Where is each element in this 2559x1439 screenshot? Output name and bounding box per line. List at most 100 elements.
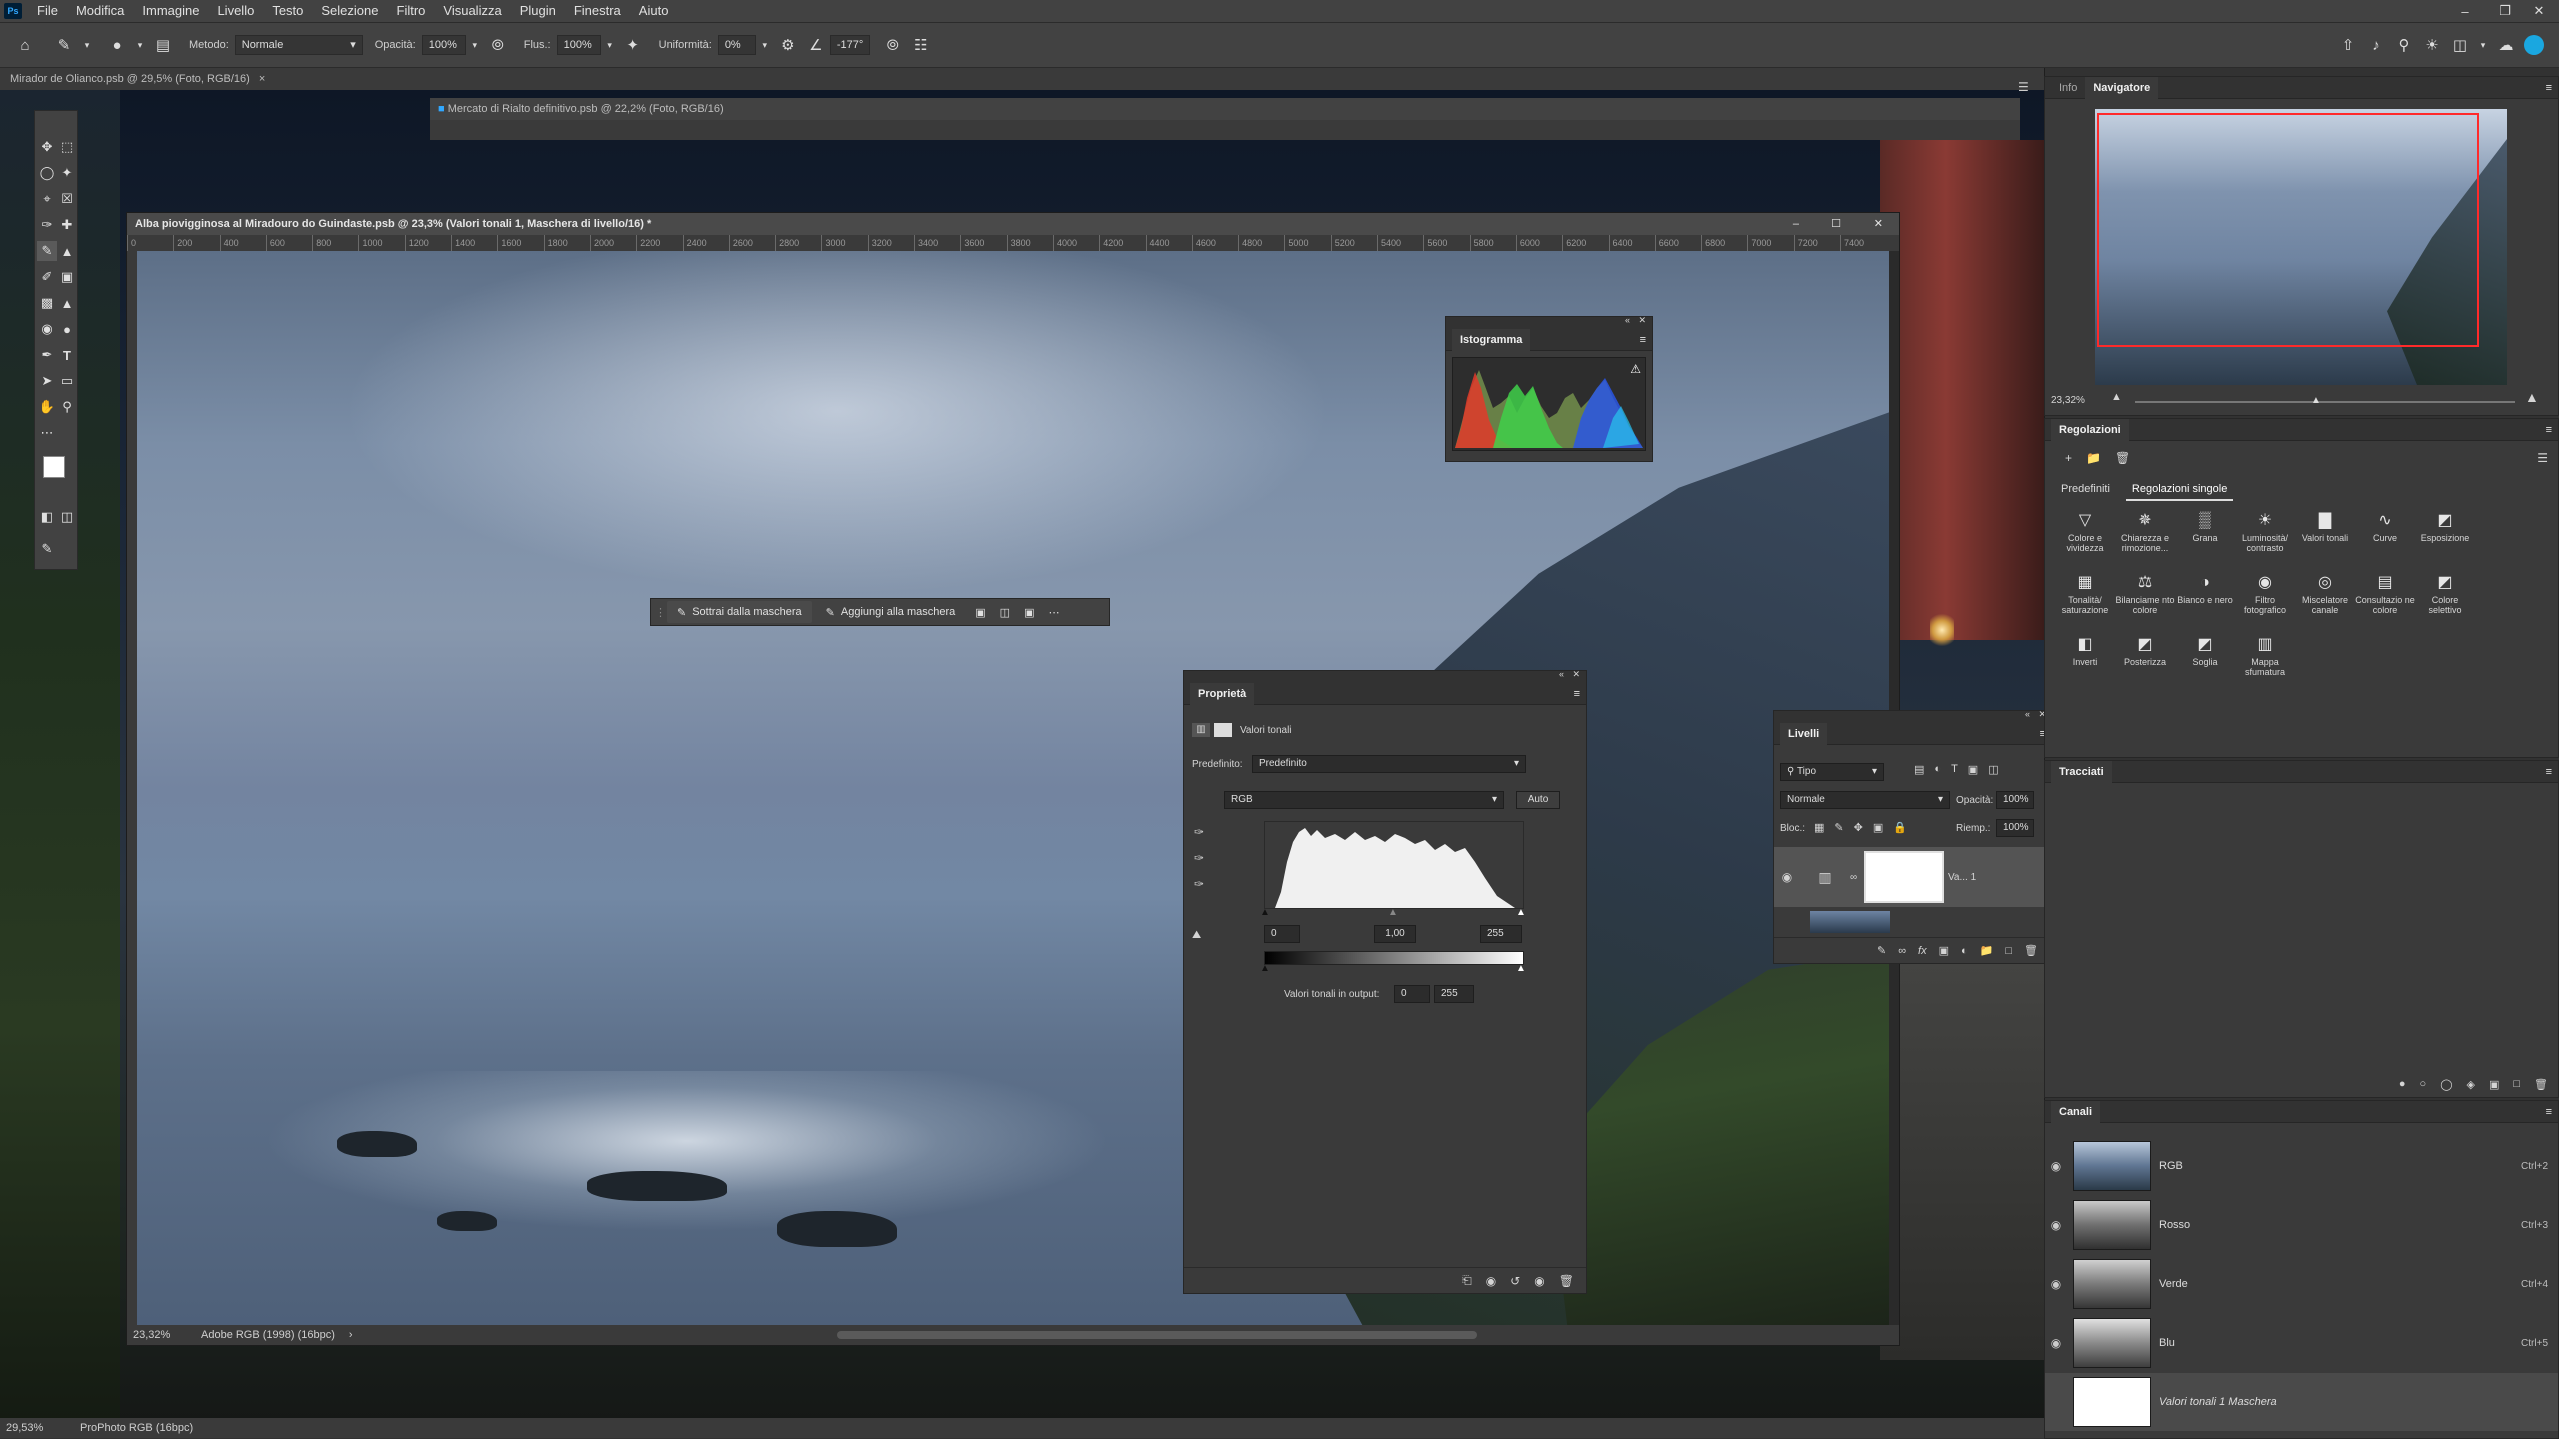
menu-item[interactable]: Filtro [388, 0, 435, 22]
zoom-slider-thumb[interactable]: ▲ [2311, 395, 2321, 406]
close-icon[interactable]: ✕ [2519, 0, 2559, 22]
visibility-eye-icon[interactable]: ◉ [2045, 1159, 2067, 1173]
output-white-slider[interactable]: ▲ [1516, 963, 1526, 974]
metodo-select[interactable]: Normale ▾ [234, 35, 363, 55]
chevron-down-icon[interactable]: ▾ [2477, 34, 2489, 56]
adjustment-button[interactable]: ◉ Filtro fotografico [2235, 573, 2295, 631]
pressure-opacity-icon[interactable]: ⦾ [487, 34, 509, 56]
add-mask-icon[interactable]: ▣ [1939, 944, 1949, 957]
visibility-eye-icon[interactable]: ◉ [1534, 1274, 1544, 1288]
adjustment-button[interactable]: ▦ Tonalità/ saturazione [2055, 573, 2115, 631]
brush-size-icon[interactable]: ● [106, 34, 128, 56]
move-tool-icon[interactable]: ✥ [37, 137, 57, 157]
input-slider-track[interactable]: ▲ ▲ ▲ [1260, 907, 1526, 918]
menu-item[interactable]: Selezione [312, 0, 387, 22]
type-tool-icon[interactable]: T [57, 345, 77, 365]
adjustment-button[interactable]: ⚖ Bilanciame nto colore [2115, 573, 2175, 631]
gear-icon[interactable]: ⚙ [777, 34, 799, 56]
blend-mode-select[interactable]: Normale ▾ [1780, 791, 1950, 809]
output-black-field[interactable]: 0 [1394, 985, 1430, 1003]
load-selection-icon[interactable]: ◯ [2440, 1078, 2452, 1091]
layer-row-levels[interactable]: ◉ ▥ ∞ Va... 1 [1774, 847, 2052, 907]
add-to-mask-button[interactable]: ✎ Aggiungi alla maschera [816, 601, 966, 623]
adjustment-button[interactable]: ◧ Inverti [2055, 635, 2115, 693]
opacita-field[interactable]: 100% [421, 35, 466, 55]
brush-icon[interactable]: ✎ [1877, 944, 1886, 957]
tab-presets[interactable]: Predefiniti [2055, 479, 2116, 501]
output-white-field[interactable]: 255 [1434, 985, 1474, 1003]
select-subject-icon[interactable]: ▣ [975, 606, 985, 619]
tab-layers[interactable]: Livelli [1780, 722, 1828, 745]
trash-icon[interactable]: 🗑 [2534, 1078, 2548, 1091]
menu-item[interactable]: Visualizza [434, 0, 510, 22]
reset-icon[interactable]: ↺ [1510, 1274, 1520, 1288]
quick-mask-icon[interactable]: ◧ [37, 507, 57, 527]
tab-adjustments[interactable]: Regolazioni [2051, 418, 2129, 441]
navigator-zoom[interactable]: 23,32% [2051, 395, 2085, 406]
output-slider-track[interactable]: ▲ ▲ [1260, 963, 1526, 974]
collapse-icon[interactable]: « [1625, 315, 1630, 325]
folder-icon[interactable]: 📁 [1980, 944, 1994, 957]
channel-row[interactable]: ◉ Rosso Ctrl+3 [2045, 1196, 2558, 1254]
avatar[interactable] [2523, 34, 2545, 56]
status-arrow-icon[interactable]: › [335, 1325, 353, 1345]
gradient-tool-icon[interactable]: ▩ [37, 293, 57, 313]
panel-menu-icon[interactable]: ≡ [2546, 419, 2552, 441]
front-doc-profile[interactable]: Adobe RGB (1998) (16bpc) [187, 1325, 335, 1345]
horizontal-scrollbar[interactable] [837, 1331, 1477, 1339]
layer-mask-thumbnail[interactable] [1864, 851, 1944, 903]
more-options-icon[interactable]: ⋯ [1048, 606, 1059, 619]
feather-mask-icon[interactable]: ▣ [1024, 606, 1034, 619]
panel-close-icon[interactable]: ✕ [1572, 669, 1580, 680]
dock-toggle-icon[interactable]: ☰ [2018, 80, 2044, 104]
tab-info[interactable]: Info [2051, 77, 2085, 99]
sponge-tool-icon[interactable]: ● [57, 319, 77, 339]
black-point-eyedropper-icon[interactable]: ✑ [1194, 825, 1204, 839]
subtract-from-mask-button[interactable]: ✎ Sottrai dalla maschera [667, 601, 812, 623]
fx-icon[interactable]: fx [1918, 945, 1927, 957]
pressure-size-icon[interactable]: ⦾ [882, 34, 904, 56]
folder-icon[interactable]: 📁 [2086, 451, 2101, 465]
stamp-tool-icon[interactable]: ▲ [57, 241, 77, 261]
home-icon[interactable]: ⌂ [14, 34, 36, 56]
invert-mask-icon[interactable]: ◫ [1000, 606, 1010, 619]
bell-icon[interactable]: ♪ [2365, 34, 2387, 56]
uniformita-field[interactable]: 0% [717, 35, 756, 55]
mid-document-titlebar[interactable]: ■ Mercato di Rialto definitivo.psb @ 22,… [430, 98, 2020, 120]
warning-icon[interactable]: ⚠ [1630, 362, 1641, 376]
doc-close-icon[interactable]: ✕ [1874, 213, 1883, 235]
more-tools-icon[interactable]: ⋯ [37, 423, 57, 443]
chevron-down-icon[interactable]: ▾ [134, 34, 146, 56]
panel-menu-icon[interactable]: ≡ [1574, 683, 1580, 705]
chevron-down-icon[interactable]: ▾ [759, 34, 771, 56]
chevron-down-icon[interactable]: ▾ [604, 34, 616, 56]
doc-maximize-icon[interactable]: ☐ [1831, 213, 1841, 235]
cloud-docs-icon[interactable]: ☁ [2495, 34, 2517, 56]
zoom-in-icon[interactable]: ▲ [2525, 389, 2539, 405]
tab-properties[interactable]: Proprietà [1190, 682, 1255, 705]
levels-icon[interactable]: ▥ [1192, 723, 1210, 737]
channel-row[interactable]: Valori tonali 1 Maschera [2045, 1373, 2558, 1431]
smart-object-filter-icon[interactable]: ◫ [1988, 763, 1998, 776]
gray-point-eyedropper-icon[interactable]: ✑ [1194, 851, 1204, 865]
make-path-icon[interactable]: ◈ [2467, 1078, 2475, 1091]
front-document-titlebar[interactable]: Alba piovigginosa al Miradouro do Guinda… [127, 213, 1899, 235]
collapse-icon[interactable]: « [2025, 709, 2030, 719]
adjustment-button[interactable]: ☀ Luminosità/ contrasto [2235, 511, 2295, 569]
input-white-field[interactable]: 255 [1480, 925, 1522, 943]
airbrush-icon[interactable]: ✦ [622, 34, 644, 56]
mask-icon[interactable] [1214, 723, 1232, 737]
panel-close-icon[interactable]: ✕ [1638, 315, 1646, 326]
marquee-tool-icon[interactable]: ⬚ [57, 137, 77, 157]
trash-icon[interactable]: 🗑 [2024, 944, 2038, 957]
document-tab[interactable]: Mirador de Olianco.psb @ 29,5% (Foto, RG… [10, 73, 250, 85]
fill-path-icon[interactable]: ● [2399, 1078, 2406, 1091]
view-previous-icon[interactable]: ◉ [1486, 1274, 1496, 1288]
clip-to-layer-icon[interactable]: ⎗ [1462, 1273, 1472, 1288]
zoom-slider[interactable]: ▲ [2135, 395, 2515, 406]
link-layers-icon[interactable]: ∞ [1898, 945, 1906, 957]
adjustment-button[interactable]: ◑ Bianco e nero [2175, 573, 2235, 631]
lock-artboard-icon[interactable]: ▣ [1873, 821, 1883, 834]
adjustment-button[interactable]: ▤ Consultazio ne colore [2355, 573, 2415, 631]
link-icon[interactable]: ∞ [1850, 872, 1860, 883]
